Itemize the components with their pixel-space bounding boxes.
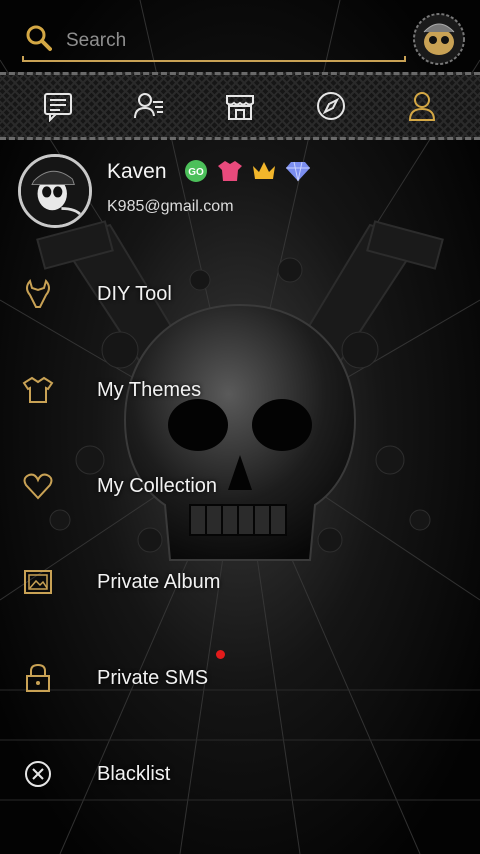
- shirt-icon: [22, 374, 54, 406]
- message-icon: [43, 93, 72, 122]
- wrench-icon: [22, 278, 54, 310]
- menu-label: DIY Tool: [97, 282, 172, 305]
- tshirt-badge-icon[interactable]: [217, 158, 243, 184]
- diamond-badge-icon[interactable]: [285, 158, 311, 184]
- compass-button[interactable]: [311, 86, 351, 126]
- go-badge-icon[interactable]: GO: [183, 158, 209, 184]
- contacts-button[interactable]: [129, 86, 169, 126]
- menu-item-diy-tool[interactable]: DIY Tool: [0, 246, 480, 342]
- theme-avatar-icon[interactable]: [412, 12, 466, 66]
- contacts-icon: [133, 93, 163, 119]
- menu-label: Blacklist: [97, 762, 171, 785]
- menu-label: My Themes: [97, 378, 202, 401]
- lock-icon: [22, 662, 54, 694]
- store-icon: [225, 95, 254, 120]
- menu-label: Private Album: [97, 570, 221, 593]
- menu-item-private-sms[interactable]: Private SMS: [0, 630, 480, 726]
- side-menu: DIY Tool My Themes My Collection Private…: [0, 246, 480, 822]
- profile-name: Kaven: [107, 160, 167, 183]
- heart-icon: [22, 470, 54, 502]
- person-button[interactable]: [402, 86, 442, 126]
- crown-badge-icon[interactable]: [251, 158, 277, 184]
- block-icon: [22, 758, 54, 790]
- notification-dot: [216, 650, 225, 659]
- profile-email: K985@gmail.com: [107, 198, 234, 215]
- compass-icon: [317, 92, 346, 120]
- album-icon: [22, 566, 54, 598]
- profile-section: Kaven GO K985@gmail.com: [0, 148, 480, 238]
- menu-item-my-themes[interactable]: My Themes: [0, 342, 480, 438]
- search-bar[interactable]: [22, 20, 406, 62]
- avatar[interactable]: [18, 154, 92, 228]
- menu-label: My Collection: [97, 474, 218, 497]
- top-toolbar: [0, 72, 480, 140]
- svg-text:GO: GO: [188, 167, 204, 178]
- store-button[interactable]: [220, 86, 260, 126]
- search-underline: [22, 56, 406, 62]
- menu-item-blacklist[interactable]: Blacklist: [0, 726, 480, 822]
- search-input[interactable]: [64, 26, 388, 56]
- search-icon: [24, 24, 52, 52]
- badge-list: GO: [183, 158, 311, 184]
- menu-item-private-album[interactable]: Private Album: [0, 534, 480, 630]
- menu-label: Private SMS: [97, 666, 209, 689]
- menu-item-my-collection[interactable]: My Collection: [0, 438, 480, 534]
- message-button[interactable]: [38, 86, 78, 126]
- person-icon: [409, 92, 436, 121]
